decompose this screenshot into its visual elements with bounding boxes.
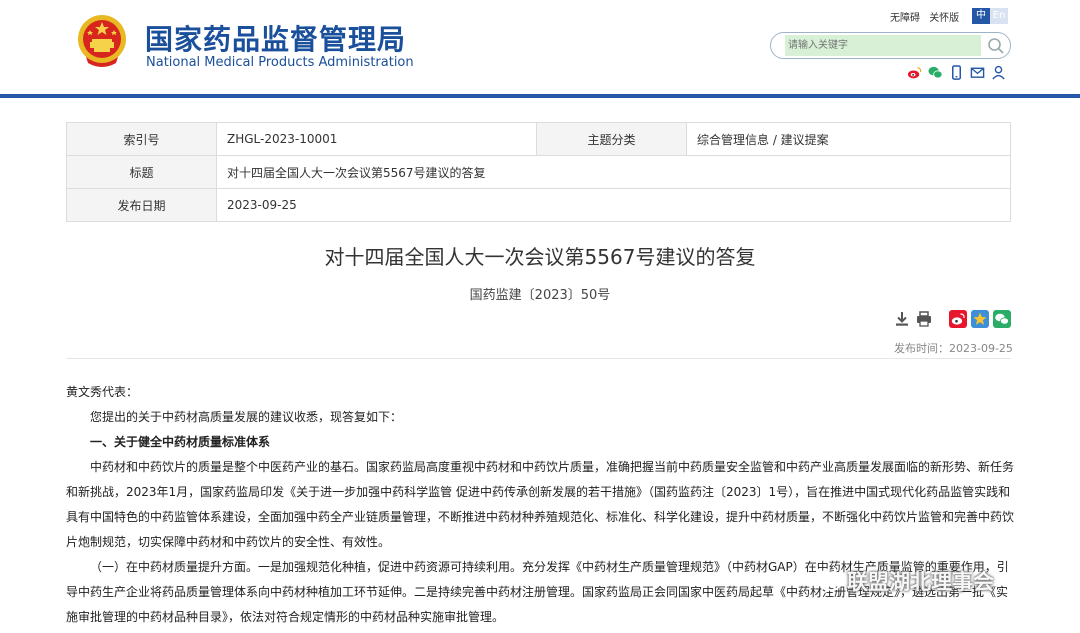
salutation: 黄文秀代表： xyxy=(66,385,139,399)
title-label: 标题 xyxy=(66,155,217,189)
document-number: 国药监建〔2023〕50号 xyxy=(469,288,611,303)
document-info-table: 索引号 ZHGL-2023-10001 主题分类 综合管理信息 / 建议提案 标… xyxy=(66,122,1011,222)
category-label: 主题分类 xyxy=(536,122,687,156)
share-wechat-icon[interactable] xyxy=(993,310,1011,328)
intro-paragraph: 您提出的关于中药材高质量发展的建议收悉，现答复如下： xyxy=(90,410,403,424)
header-divider-bar xyxy=(0,94,1080,98)
index-label: 索引号 xyxy=(66,122,217,156)
wechat-icon[interactable] xyxy=(928,65,943,80)
share-qzone-icon[interactable] xyxy=(971,310,989,328)
accessibility-link[interactable]: 无障碍 xyxy=(890,13,920,24)
info-row-index: 索引号 ZHGL-2023-10001 主题分类 综合管理信息 / 建议提案 xyxy=(66,122,1011,156)
search-icon[interactable] xyxy=(987,37,1005,55)
article-title: 对十四届全国人大一次会议第5567号建议的答复 xyxy=(324,245,756,269)
date-value: 2023-09-25 xyxy=(216,188,1011,222)
info-row-date: 发布日期 2023-09-25 xyxy=(66,188,1011,222)
language-switch: 中 En xyxy=(972,8,1008,24)
category-value: 综合管理信息 / 建议提案 xyxy=(686,122,1011,156)
site-name-cn[interactable]: 国家药品监督管理局 xyxy=(145,18,406,58)
site-name-en[interactable]: National Medical Products Administration xyxy=(146,55,414,70)
publish-time: 发布时间：2023-09-25 xyxy=(894,342,1013,355)
weibo-icon[interactable] xyxy=(907,65,922,80)
national-emblem-icon[interactable] xyxy=(76,13,128,69)
util-links: 无障碍 关怀版 xyxy=(890,9,965,24)
wechat-watermark-icon xyxy=(815,570,841,591)
search-box xyxy=(770,32,1011,59)
watermark: 联盟湖北理事会 xyxy=(815,566,994,596)
article-tools xyxy=(893,310,1011,328)
share-weibo-icon[interactable] xyxy=(949,310,967,328)
watermark-text: 联盟湖北理事会 xyxy=(847,570,994,594)
mail-icon[interactable] xyxy=(970,65,985,80)
print-icon[interactable] xyxy=(915,310,933,328)
index-value: ZHGL-2023-10001 xyxy=(216,122,537,156)
title-value: 对十四届全国人大一次会议第5567号建议的答复 xyxy=(216,155,1011,189)
download-icon[interactable] xyxy=(893,310,911,328)
lang-zh-button[interactable]: 中 xyxy=(972,8,990,24)
mobile-icon[interactable] xyxy=(949,65,964,80)
section-heading: 一、关于健全中药材质量标准体系 xyxy=(90,435,271,449)
date-label: 发布日期 xyxy=(66,188,217,222)
info-row-title: 标题 对十四届全国人大一次会议第5567号建议的答复 xyxy=(66,155,1011,189)
search-input[interactable] xyxy=(785,35,981,56)
lang-en-button[interactable]: En xyxy=(990,8,1008,24)
site-header: 国家药品监督管理局 National Medical Products Admi… xyxy=(0,0,1080,96)
content-divider xyxy=(66,358,1011,359)
body-paragraph-1: 中药材和中药饮片的质量是整个中医药产业的基石。国家药监局高度重视中药材和中药饮片… xyxy=(66,460,1015,549)
header-share-row xyxy=(907,65,1006,80)
care-mode-link[interactable]: 关怀版 xyxy=(929,13,959,24)
user-icon[interactable] xyxy=(991,65,1006,80)
